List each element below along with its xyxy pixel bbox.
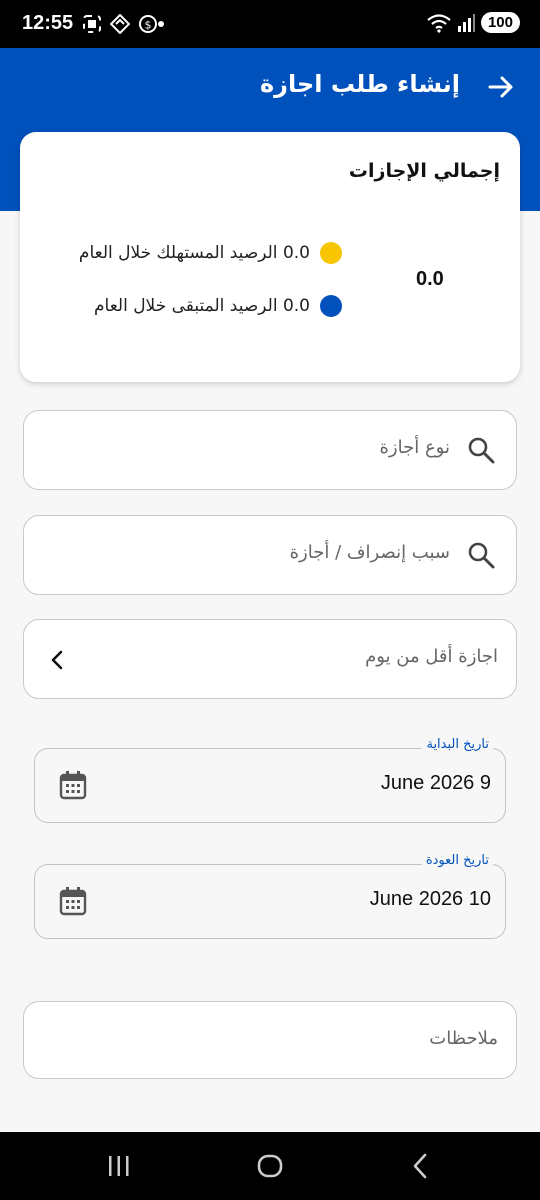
back-icon[interactable] bbox=[408, 1152, 432, 1180]
consumed-dot bbox=[320, 242, 342, 264]
start-date-field[interactable]: تاريخ البداية June 2026 9 bbox=[34, 737, 506, 823]
search-icon bbox=[468, 542, 495, 569]
status-bar: 12:55 $ 100 bbox=[0, 0, 540, 48]
less-than-day-option[interactable]: اجازة أقل من يوم bbox=[23, 619, 517, 699]
home-icon[interactable] bbox=[256, 1152, 284, 1180]
search-icon bbox=[468, 437, 495, 464]
legend-consumed: 0.0 الرصيد المستهلك خلال العام bbox=[79, 242, 342, 264]
data-saver-icon: $ bbox=[139, 15, 157, 33]
page-title: إنشاء طلب اجازة bbox=[260, 70, 460, 98]
reason-placeholder: سبب إنصراف / أجازة bbox=[289, 542, 450, 563]
reason-field[interactable]: سبب إنصراف / أجازة bbox=[23, 515, 517, 595]
start-date-value: June 2026 9 bbox=[380, 772, 491, 794]
recent-apps-icon[interactable] bbox=[106, 1152, 132, 1180]
legend-remaining: 0.0 الرصيد المتبقى خلال العام bbox=[94, 295, 342, 317]
chevron-left-icon bbox=[51, 650, 63, 670]
remaining-dot bbox=[320, 295, 342, 317]
notification-dot bbox=[158, 21, 164, 27]
battery-indicator: 100 bbox=[480, 12, 520, 33]
leave-summary-card: إجمالي الإجازات 0.0 الرصيد المستهلك خلال… bbox=[20, 132, 520, 382]
notes-field[interactable]: ملاحظات bbox=[23, 1001, 517, 1079]
calendar-icon[interactable] bbox=[59, 886, 87, 916]
calendar-icon[interactable] bbox=[59, 770, 87, 800]
wifi-icon bbox=[427, 13, 451, 33]
signal-icon bbox=[457, 13, 475, 32]
arrow-right-icon bbox=[488, 76, 513, 98]
notes-placeholder: ملاحظات bbox=[429, 1028, 498, 1049]
start-date-label: تاريخ البداية bbox=[422, 737, 493, 752]
leave-type-field[interactable]: نوع أجازة bbox=[23, 410, 517, 490]
leave-type-placeholder: نوع أجازة bbox=[379, 437, 450, 458]
back-button[interactable] bbox=[486, 72, 516, 102]
total-value: 0.0 bbox=[416, 268, 444, 290]
screenshot-icon bbox=[83, 15, 101, 33]
return-date-field[interactable]: تاريخ العودة June 2026 10 bbox=[34, 853, 506, 939]
status-time: 12:55 bbox=[22, 12, 74, 34]
consumed-label: 0.0 الرصيد المستهلك خلال العام bbox=[78, 243, 310, 263]
svg-text:$: $ bbox=[145, 19, 152, 32]
system-nav-bar bbox=[0, 1132, 540, 1200]
summary-title: إجمالي الإجازات bbox=[348, 160, 500, 182]
remaining-label: 0.0 الرصيد المتبقى خلال العام bbox=[93, 296, 310, 316]
return-date-label: تاريخ العودة bbox=[421, 853, 493, 868]
return-date-value: June 2026 10 bbox=[369, 888, 491, 910]
location-icon bbox=[110, 14, 130, 34]
less-than-day-label: اجازة أقل من يوم bbox=[365, 646, 498, 667]
